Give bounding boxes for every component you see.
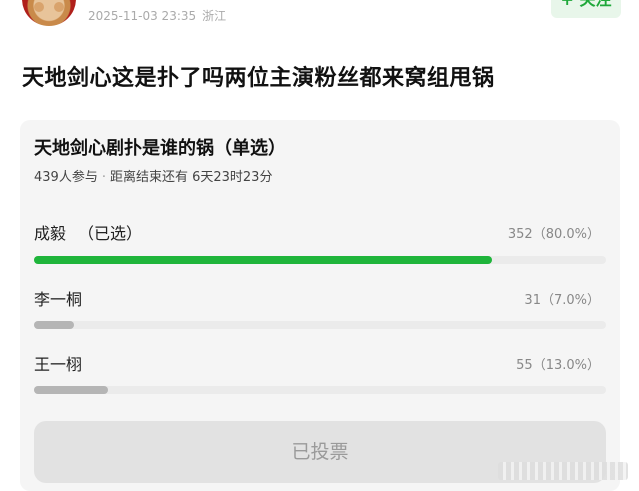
poll-participants: 439人参与 — [34, 170, 98, 185]
post-location: 浙江 — [202, 9, 227, 23]
watermark — [498, 462, 628, 480]
poll-option-1-bar — [34, 256, 606, 264]
poll-title: 天地剑心剧扑是谁的锅（单选） — [34, 138, 286, 159]
poll-option-3-name: 王一栩 — [34, 355, 83, 374]
post-title: 天地剑心这是扑了吗两位主演粉丝都来窝组甩锅 — [22, 66, 495, 91]
post-meta: 2025-11-03 23:35 浙江 — [88, 7, 226, 24]
poll-option-3-bar — [34, 386, 606, 394]
poll-option-1-name: 成毅 — [34, 224, 67, 243]
poll-option-2-name: 李一桐 — [34, 290, 83, 309]
poll-option-3-count: 55（13.0%） — [516, 358, 600, 373]
poll-time-left: 距离结束还有 6天23时23分 — [109, 170, 273, 185]
poll-stats: 439人参与 · 距离结束还有 6天23时23分 — [34, 166, 272, 185]
poll-option-3-label[interactable]: 王一栩 — [34, 351, 82, 375]
poll-option-2-count: 31（7.0%） — [524, 293, 600, 308]
poll-option-2-label[interactable]: 李一桐 — [34, 286, 82, 310]
poll-option-2-bar-fill — [34, 321, 75, 329]
post-timestamp: 2025-11-03 23:35 — [88, 9, 197, 23]
follow-button[interactable]: + 关注 — [551, 0, 621, 18]
poll-card: 天地剑心剧扑是谁的锅（单选） 439人参与 · 距离结束还有 6天23时23分 成毅… — [20, 120, 620, 491]
poll-option-1-bar-fill — [34, 256, 492, 264]
poll-option-1-label[interactable]: 成毅 （已选） — [34, 220, 142, 244]
poll-separator: · — [101, 170, 106, 185]
avatar-ear-right — [54, 2, 64, 12]
avatar[interactable] — [22, 0, 76, 26]
poll-option-3-bar-fill — [34, 386, 109, 394]
avatar-ear-left — [34, 2, 44, 12]
poll-option-2-bar — [34, 321, 606, 329]
poll-option-1-count: 352（80.0%） — [507, 227, 600, 242]
poll-option-1-chosen-tag: （已选） — [78, 224, 143, 243]
